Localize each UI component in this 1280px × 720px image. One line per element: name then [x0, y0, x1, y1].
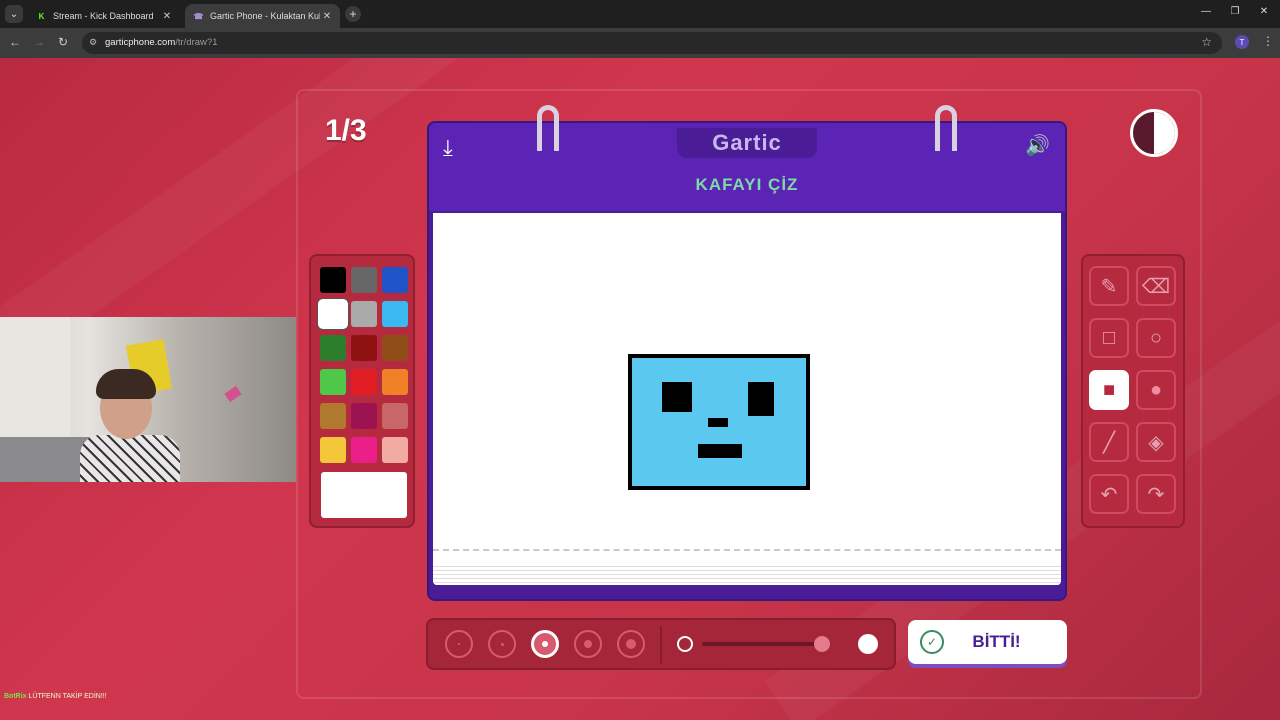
color-swatch[interactable] [351, 335, 377, 361]
restore-icon[interactable]: ❐ [1225, 6, 1245, 17]
game-page: 1/3 Gartic ⤓ 🔊 KAFAYI ÇİZ ✎ ⌫ □ ○ ■ ● ╱ ◈ ↶ ↷ [0, 58, 1280, 720]
tab-title: Stream - Kick Dashboard [53, 11, 154, 21]
chat-message: LÜTFENN TAKİP EDİN!!! [28, 693, 107, 700]
round-counter: 1/3 [325, 114, 367, 147]
close-tab-icon[interactable]: ✕ [320, 11, 334, 22]
gartic-favicon-icon: ☎ [193, 11, 204, 21]
eraser-icon[interactable]: ⌫ [1136, 266, 1176, 306]
drawn-face-rectangle [628, 354, 810, 490]
ellipse-outline-icon[interactable]: ○ [1136, 318, 1176, 358]
rectangle-fill-icon[interactable]: ■ [1089, 370, 1129, 410]
brush-size-option[interactable] [574, 630, 602, 658]
speaker-icon[interactable]: 🔊 [1025, 133, 1050, 158]
tool-panel: ✎ ⌫ □ ○ ■ ● ╱ ◈ ↶ ↷ [1081, 254, 1185, 528]
webcam-background [0, 437, 90, 482]
browser-nav-bar: ← → ↻ ⚙ garticphone.com/tr/draw?1 ☆ T ⋮ [0, 28, 1280, 58]
color-swatch[interactable] [382, 403, 408, 429]
notebook-header: Gartic ⤓ 🔊 KAFAYI ÇİZ [429, 123, 1065, 211]
gartic-logo: Gartic [677, 128, 817, 158]
panel-divider [660, 626, 662, 664]
kick-favicon-icon: K [38, 11, 45, 21]
bookmark-star-icon[interactable]: ☆ [1201, 35, 1212, 49]
pencil-icon[interactable]: ✎ [1089, 266, 1129, 306]
streamer-figure [80, 435, 180, 482]
redo-icon[interactable]: ↷ [1136, 474, 1176, 514]
brush-size-option[interactable] [445, 630, 473, 658]
color-swatch[interactable] [320, 335, 346, 361]
streamer-figure [96, 369, 156, 399]
tab-kick-dashboard[interactable]: K Stream - Kick Dashboard ✕ [28, 4, 180, 28]
address-bar[interactable]: ⚙ garticphone.com/tr/draw?1 ☆ [82, 32, 1222, 54]
done-label: BİTTİ! [972, 632, 1021, 651]
opacity-min-icon [677, 636, 693, 652]
rectangle-outline-icon[interactable]: □ [1089, 318, 1129, 358]
drawn-right-eye [748, 382, 774, 416]
tab-search-icon[interactable]: ⌄ [5, 5, 23, 23]
color-swatch[interactable] [351, 301, 377, 327]
close-tab-icon[interactable]: ✕ [160, 11, 174, 22]
download-icon[interactable]: ⤓ [443, 135, 453, 161]
notebook-page-edges [433, 563, 1061, 585]
drawn-nose [708, 418, 728, 427]
brush-size-option[interactable] [488, 630, 516, 658]
color-swatch[interactable] [351, 437, 377, 463]
color-swatch[interactable] [320, 369, 346, 395]
notebook-ring [935, 105, 957, 151]
profile-avatar[interactable]: T [1235, 35, 1249, 49]
color-swatch[interactable] [320, 437, 346, 463]
drawing-notebook: Gartic ⤓ 🔊 KAFAYI ÇİZ [427, 105, 1067, 601]
color-swatch[interactable] [351, 267, 377, 293]
brush-size-option[interactable] [617, 630, 645, 658]
chat-overlay-line: BotRix LÜTFENN TAKİP EDİN!!! [4, 693, 107, 700]
color-swatch[interactable] [382, 335, 408, 361]
drawn-mouth [698, 444, 742, 458]
browser-tab-bar: ⌄ K Stream - Kick Dashboard ✕ ☎ Gartic P… [0, 0, 1280, 28]
new-tab-icon[interactable]: + [345, 6, 361, 22]
color-swatch[interactable] [382, 301, 408, 327]
drawn-left-eye [662, 382, 692, 412]
color-swatch[interactable] [382, 369, 408, 395]
url-text: garticphone.com/tr/draw?1 [105, 37, 218, 48]
color-swatch[interactable] [318, 299, 348, 329]
close-window-icon[interactable]: ✕ [1254, 6, 1274, 17]
color-palette [309, 254, 415, 528]
drawing-canvas[interactable] [433, 213, 1061, 585]
color-swatch[interactable] [320, 267, 346, 293]
color-swatch[interactable] [320, 403, 346, 429]
minimize-icon[interactable]: — [1196, 6, 1216, 17]
webcam-background [224, 385, 242, 403]
done-button[interactable]: ✓ BİTTİ! [908, 620, 1067, 664]
color-swatch[interactable] [382, 437, 408, 463]
undo-icon[interactable]: ↶ [1089, 474, 1129, 514]
canvas-dashed-line [433, 549, 1061, 551]
check-icon: ✓ [920, 630, 944, 654]
slider-track[interactable] [702, 642, 826, 646]
color-swatch[interactable] [382, 267, 408, 293]
brush-size-panel [426, 618, 896, 670]
slider-handle[interactable] [813, 636, 830, 652]
brush-size-option[interactable] [531, 630, 559, 658]
opacity-max-icon [858, 634, 878, 654]
drawing-prompt: KAFAYI ÇİZ [695, 175, 799, 194]
tab-title: Gartic Phone - Kulaktan Kulağa [210, 11, 320, 21]
ellipse-fill-icon[interactable]: ● [1136, 370, 1176, 410]
browser-menu-icon[interactable]: ⋮ [1262, 34, 1274, 48]
bucket-icon[interactable]: ◈ [1136, 422, 1176, 462]
color-swatch[interactable] [351, 403, 377, 429]
line-icon[interactable]: ╱ [1089, 422, 1129, 462]
webcam-overlay [0, 317, 296, 482]
back-icon[interactable]: ← [7, 35, 23, 49]
opacity-slider[interactable] [672, 628, 880, 660]
notebook-ring [537, 105, 559, 151]
site-info-icon[interactable]: ⚙ [89, 37, 97, 48]
color-swatch[interactable] [351, 369, 377, 395]
reload-icon[interactable]: ↻ [55, 35, 71, 49]
chat-username: BotRix [4, 693, 27, 700]
timer-icon [1130, 109, 1178, 157]
forward-icon[interactable]: → [31, 35, 47, 49]
current-color-swatch [321, 472, 407, 518]
tab-gartic-phone[interactable]: ☎ Gartic Phone - Kulaktan Kulağa ✕ [185, 4, 340, 28]
